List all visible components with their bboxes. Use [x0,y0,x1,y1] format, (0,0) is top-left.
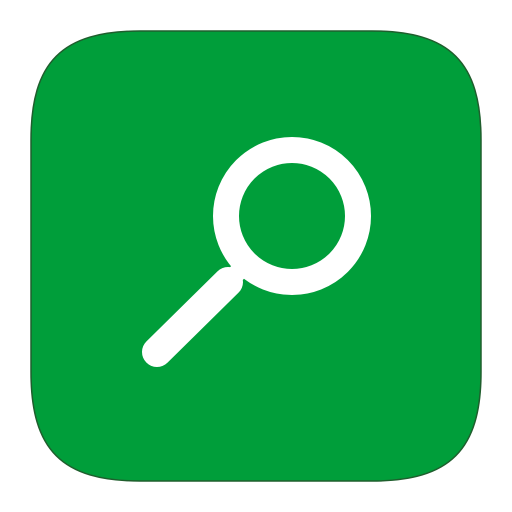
app-icon-tile[interactable] [30,30,482,482]
icon-canvas [0,0,512,512]
